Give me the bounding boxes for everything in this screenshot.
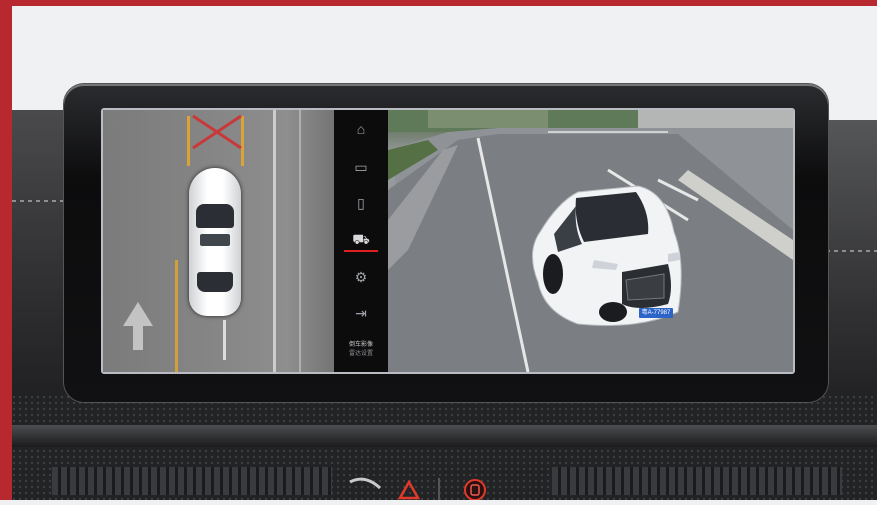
trim-strip: [12, 425, 877, 447]
menu-sublabel: 雷达设置: [348, 351, 373, 357]
car-3d-view-icon: ⛟: [352, 231, 370, 247]
stitching: [12, 200, 72, 202]
stitching: [826, 250, 877, 252]
parking-camera-button[interactable]: [464, 479, 486, 501]
road-arrow-icon: [123, 302, 153, 350]
menu-label: 倒车影像: [348, 342, 373, 348]
parking-guide-line: [223, 320, 226, 360]
vehicle-render: [532, 185, 682, 326]
road-edge-line: [273, 110, 276, 372]
dashboard-right-panel: [820, 120, 877, 420]
menu-exit[interactable]: ⇥: [345, 302, 377, 324]
air-vent-left: [52, 467, 332, 495]
infotainment-display: ⌂ ▭ ▯ ⛟ ⚙ ⇥ 倒车影像 雷达设置 粤A-77987: [101, 108, 795, 374]
active-indicator: [344, 250, 378, 252]
menu-panorama[interactable]: ▭: [345, 156, 377, 178]
top-down-view[interactable]: [103, 110, 334, 372]
frame-top-border: [0, 0, 877, 6]
hazard-icon: [397, 479, 421, 500]
3d-camera-view[interactable]: 粤A-77987: [388, 110, 793, 372]
menu-rear-camera[interactable]: ▯: [345, 192, 377, 214]
frame-left-border: [0, 0, 12, 500]
menu-front-camera[interactable]: ⌂: [345, 118, 377, 140]
own-car-overlay: [189, 168, 241, 316]
camera-button-icon: [464, 479, 486, 501]
air-vent-right: [552, 467, 842, 495]
camera-menu: ⌂ ▭ ▯ ⛟ ⚙ ⇥ 倒车影像 雷达设置: [334, 110, 388, 372]
license-plate: 粤A-77987: [639, 308, 673, 318]
divider: [438, 478, 440, 500]
panorama-view-icon: ▭: [354, 159, 368, 175]
center-console-buttons: [330, 472, 550, 501]
no-parking-x-icon: [192, 114, 242, 150]
menu-settings[interactable]: ⚙: [345, 266, 377, 288]
camera-rear-icon: ▯: [357, 195, 365, 211]
knob-icon: [349, 477, 382, 490]
lane-marking: [175, 260, 178, 372]
settings-icon: ⚙: [354, 269, 368, 285]
camera-front-icon: ⌂: [356, 121, 366, 137]
menu-3d-view[interactable]: ⛟: [345, 228, 377, 250]
hazard-button[interactable]: [397, 479, 421, 500]
road-edge-line: [299, 110, 301, 372]
exit-icon: ⇥: [355, 305, 367, 321]
